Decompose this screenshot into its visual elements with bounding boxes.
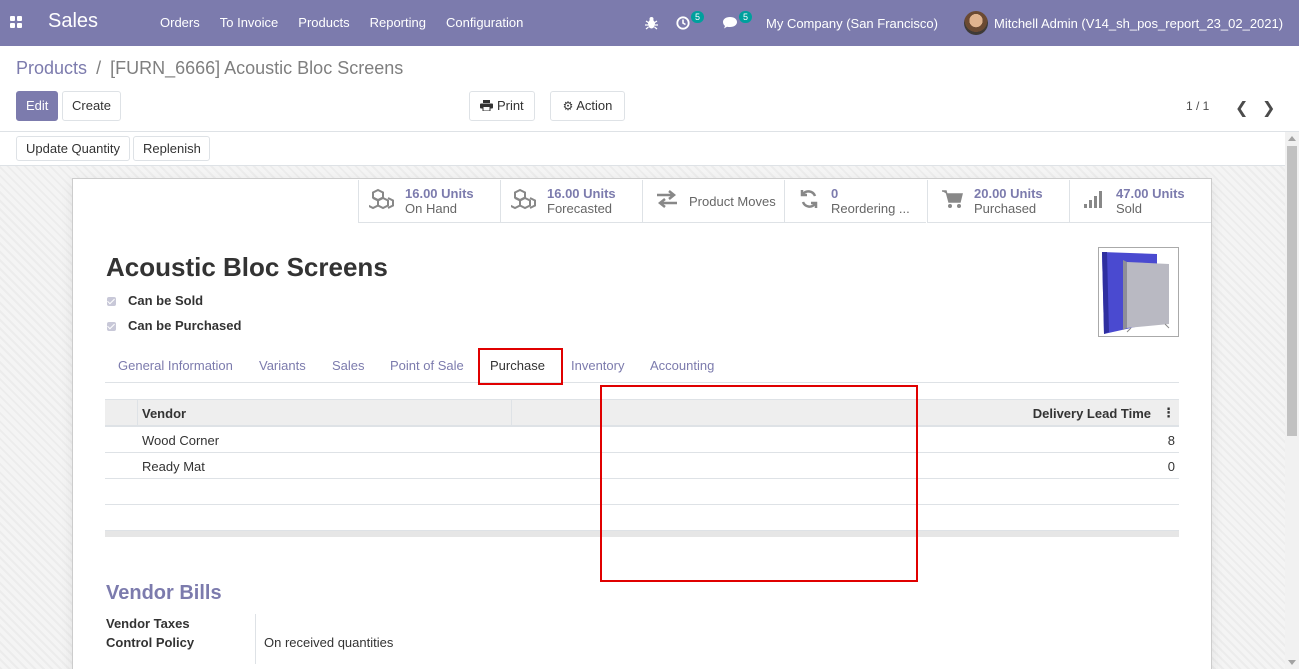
lead-time-highlight [600,385,918,582]
delivery-lead-time-column-header[interactable]: Delivery Lead Time [1033,406,1151,421]
optional-columns-icon[interactable]: ⋮ [1162,405,1175,421]
tab-point-of-sale[interactable]: Point of Sale [390,358,464,373]
forecasted-value: 16.00 Units [547,186,616,201]
purchase-tab-highlight [478,348,563,385]
vertical-scrollbar[interactable] [1285,132,1299,669]
can-be-purchased-label: Can be Purchased [128,318,242,333]
reordering-label: Reordering ... [831,201,910,216]
avatar [964,11,988,35]
can-be-purchased-checkbox[interactable] [107,322,116,331]
smart-button-product-moves[interactable]: Product Moves [642,180,784,223]
smart-button-on-hand[interactable]: 16.00 Units On Hand [358,180,500,223]
refresh-icon [795,189,823,214]
product-moves-label: Product Moves [689,193,776,209]
menu-reporting[interactable]: Reporting [370,15,426,30]
pager-previous-icon[interactable]: ❮ [1235,98,1248,118]
main-menu: Orders To Invoice Products Reporting Con… [150,15,533,30]
replenish-button[interactable]: Replenish [133,136,210,161]
vendor-name: Ready Mat [142,459,205,474]
can-be-sold-label: Can be Sold [128,293,204,308]
gear-icon: ⚙ [562,99,574,113]
breadcrumb: Products / [FURN_6666] Acoustic Bloc Scr… [16,58,403,79]
exchange-icon [653,189,681,213]
on-hand-value: 16.00 Units [405,186,474,201]
activity-count-badge: 5 [691,11,705,23]
scroll-up-icon[interactable] [1288,136,1296,141]
product-image[interactable] [1098,247,1179,337]
control-policy-value[interactable]: On received quantities [264,635,393,650]
apps-menu-icon[interactable] [10,16,22,28]
on-hand-label: On Hand [405,201,458,216]
app-name[interactable]: Sales [48,10,98,33]
tab-sales[interactable]: Sales [332,358,365,373]
tab-accounting[interactable]: Accounting [650,358,714,373]
action-label: Action [576,98,613,113]
breadcrumb-products-link[interactable]: Products [16,58,87,78]
sold-value: 47.00 Units [1116,186,1185,201]
vendor-column-header[interactable]: Vendor [142,406,186,421]
pager-next-icon[interactable]: ❯ [1262,98,1275,118]
menu-products[interactable]: Products [298,15,349,30]
company-name: My Company (San Francisco) [766,15,938,31]
vendor-bills-title: Vendor Bills [106,582,222,604]
breadcrumb-separator: / [96,58,102,78]
signal-icon [1080,189,1108,214]
cart-icon [938,189,966,214]
vendor-taxes-label: Vendor Taxes [106,616,190,631]
smart-button-purchased[interactable]: 20.00 Units Purchased [927,180,1069,223]
user-menu[interactable]: Mitchell Admin (V14_sh_pos_report_23_02_… [964,0,1283,46]
product-name: Acoustic Bloc Screens [106,252,388,282]
create-button[interactable]: Create [62,91,121,121]
field-divider [255,614,256,664]
status-bar: Update Quantity Replenish [0,132,1299,166]
smart-button-sold[interactable]: 47.00 Units Sold [1069,180,1211,223]
delivery-lead-time: 0 [1167,459,1175,474]
update-quantity-button[interactable]: Update Quantity [16,136,130,161]
activity-button[interactable]: 5 [676,0,705,46]
notebook-tabs: General Information Variants Sales Point… [105,349,1179,383]
purchased-value: 20.00 Units [974,186,1043,201]
edit-button[interactable]: Edit [16,91,58,121]
clock-icon [676,16,690,30]
reordering-value: 0 [831,186,839,201]
print-button[interactable]: Print [469,91,535,121]
menu-to-invoice[interactable]: To Invoice [220,15,279,30]
top-navbar: Sales Orders To Invoice Products Reporti… [0,0,1299,46]
print-label: Print [496,98,524,113]
menu-configuration[interactable]: Configuration [446,15,523,30]
action-button[interactable]: ⚙ Action [550,91,625,121]
scrollbar-thumb[interactable] [1287,146,1297,436]
chat-icon [723,17,737,29]
control-policy-label: Control Policy [106,635,195,650]
delivery-lead-time: 8 [1167,433,1175,448]
menu-orders[interactable]: Orders [160,15,200,30]
sold-label: Sold [1116,201,1143,216]
message-count-badge: 5 [739,11,753,23]
purchased-label: Purchased [974,201,1037,216]
tab-general-information[interactable]: General Information [118,358,233,373]
breadcrumb-current: [FURN_6666] Acoustic Bloc Screens [110,58,404,78]
messages-button[interactable]: 5 [722,0,753,46]
cubes-icon [367,188,397,215]
vendor-name: Wood Corner [142,433,220,448]
scroll-down-icon[interactable] [1288,660,1296,665]
forecasted-label: Forecasted [547,201,613,216]
debug-icon[interactable] [645,0,658,46]
user-name: Mitchell Admin (V14_sh_pos_report_23_02_… [994,15,1284,31]
cubes-icon [509,188,539,215]
smart-button-reordering[interactable]: 0 Reordering ... [784,180,926,223]
tab-variants[interactable]: Variants [259,358,306,373]
tab-inventory[interactable]: Inventory [571,358,624,373]
print-icon [480,100,494,112]
pager-value[interactable]: 1 / 1 [1186,99,1209,113]
can-be-sold-checkbox[interactable] [107,297,116,306]
company-switcher[interactable]: My Company (San Francisco) [766,0,938,46]
smart-button-forecasted[interactable]: 16.00 Units Forecasted [500,180,642,223]
control-panel: Products / [FURN_6666] Acoustic Bloc Scr… [0,46,1299,132]
